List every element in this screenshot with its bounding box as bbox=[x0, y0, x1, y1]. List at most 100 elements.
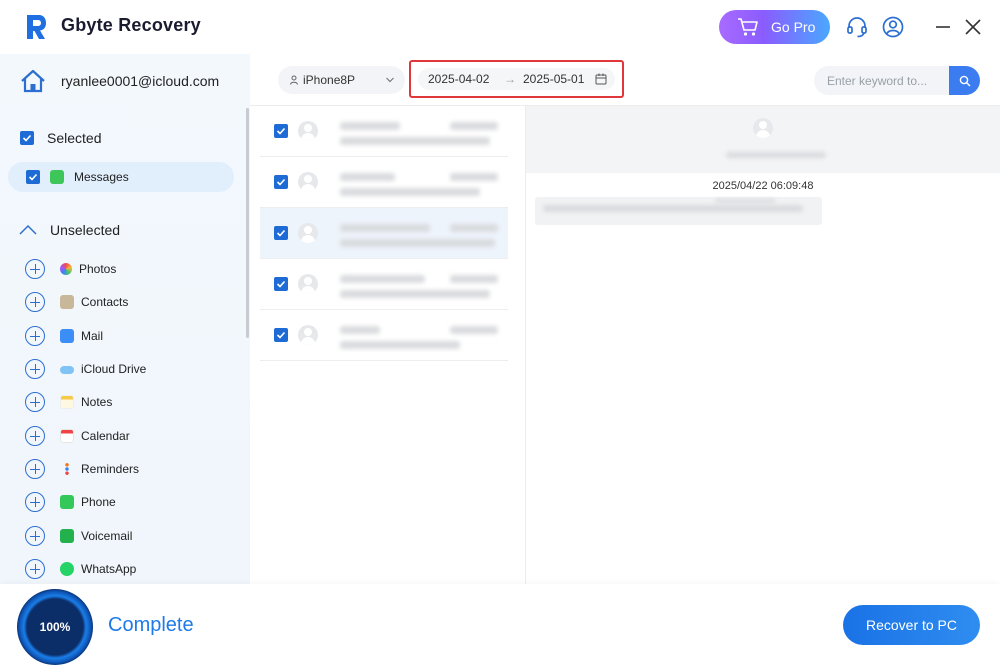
sidebar-item-calendar[interactable]: Calendar bbox=[25, 426, 130, 446]
add-icon[interactable] bbox=[25, 526, 45, 546]
calendar-picker-icon[interactable] bbox=[595, 73, 607, 85]
blurred-preview bbox=[340, 341, 460, 349]
close-icon[interactable] bbox=[961, 15, 985, 39]
list-item[interactable] bbox=[260, 106, 508, 157]
search-button[interactable] bbox=[949, 66, 980, 95]
selected-label: Selected bbox=[47, 130, 102, 146]
blurred-date bbox=[450, 326, 498, 334]
sidebar-scrollbar[interactable] bbox=[246, 108, 249, 338]
sidebar-item-icloud-drive[interactable]: iCloud Drive bbox=[25, 359, 146, 379]
person-icon bbox=[290, 75, 298, 85]
blurred-date bbox=[450, 275, 498, 283]
sidebar-item-label: Voicemail bbox=[81, 529, 133, 543]
blurred-date bbox=[450, 173, 498, 181]
title-bar: Gbyte Recovery Go Pro bbox=[0, 0, 1000, 54]
messages-icon bbox=[50, 170, 64, 184]
sidebar-item-notes[interactable]: Notes bbox=[25, 392, 112, 412]
list-item[interactable] bbox=[260, 208, 508, 259]
add-icon[interactable] bbox=[25, 359, 45, 379]
list-item[interactable] bbox=[260, 310, 508, 361]
sidebar-item-photos[interactable]: Photos bbox=[25, 259, 116, 279]
date-to[interactable]: 2025-05-01 bbox=[523, 72, 584, 86]
row-checkbox[interactable] bbox=[274, 277, 288, 291]
avatar bbox=[298, 325, 318, 345]
avatar bbox=[298, 223, 318, 243]
add-icon[interactable] bbox=[25, 492, 45, 512]
sidebar-item-reminders[interactable]: Reminders bbox=[25, 459, 139, 479]
list-item[interactable] bbox=[260, 157, 508, 208]
add-icon[interactable] bbox=[25, 326, 45, 346]
phone-icon bbox=[60, 495, 74, 509]
chevron-up-icon[interactable] bbox=[19, 224, 37, 236]
sidebar-item-mail[interactable]: Mail bbox=[25, 326, 103, 346]
device-name: iPhone8P bbox=[303, 73, 356, 87]
account-row: ryanlee0001@icloud.com bbox=[20, 68, 219, 94]
pane-divider bbox=[525, 106, 526, 584]
sidebar-item-contacts[interactable]: Contacts bbox=[25, 292, 128, 312]
row-checkbox[interactable] bbox=[274, 226, 288, 240]
add-icon[interactable] bbox=[25, 559, 45, 579]
sidebar-item-voicemail[interactable]: Voicemail bbox=[25, 526, 132, 546]
recover-to-pc-button[interactable]: Recover to PC bbox=[843, 605, 980, 645]
reminders-icon bbox=[60, 462, 74, 476]
date-from[interactable]: 2025-04-02 bbox=[428, 72, 489, 86]
go-pro-button[interactable]: Go Pro bbox=[719, 10, 830, 44]
sidebar-item-label: Photos bbox=[79, 262, 117, 276]
unselected-section-header[interactable]: Unselected bbox=[19, 222, 120, 238]
check-icon bbox=[276, 178, 286, 186]
selected-all-checkbox[interactable] bbox=[20, 131, 34, 145]
bottom-bar: 100% Complete Recover to PC bbox=[0, 584, 1000, 667]
list-item[interactable] bbox=[260, 259, 508, 310]
blurred-name bbox=[340, 224, 430, 232]
sidebar-item-label: Phone bbox=[81, 495, 116, 509]
sidebar-item-label: Calendar bbox=[81, 429, 130, 443]
cart-icon bbox=[738, 18, 758, 36]
date-range-highlight: 2025-04-02 → 2025-05-01 bbox=[409, 60, 624, 98]
home-icon[interactable] bbox=[20, 68, 46, 94]
add-icon[interactable] bbox=[25, 459, 45, 479]
row-checkbox[interactable] bbox=[274, 175, 288, 189]
status-text: Complete bbox=[108, 614, 194, 636]
date-range-picker[interactable]: 2025-04-02 → 2025-05-01 bbox=[418, 68, 615, 90]
sidebar-item-label: Mail bbox=[81, 329, 104, 343]
sidebar-item-messages[interactable]: Messages bbox=[8, 162, 234, 192]
row-checkbox[interactable] bbox=[274, 124, 288, 138]
sidebar-item-whatsapp[interactable]: WhatsApp bbox=[25, 559, 136, 579]
sidebar-item-label: iCloud Drive bbox=[81, 362, 147, 376]
blurred-preview bbox=[340, 188, 480, 196]
add-icon[interactable] bbox=[25, 426, 45, 446]
messages-checkbox[interactable] bbox=[26, 170, 40, 184]
sidebar-item-label: WhatsApp bbox=[81, 562, 137, 576]
check-icon bbox=[276, 229, 286, 237]
add-icon[interactable] bbox=[25, 392, 45, 412]
check-icon bbox=[276, 127, 286, 135]
blurred-preview bbox=[340, 137, 490, 145]
sidebar-item-label: Contacts bbox=[81, 295, 129, 309]
blurred-contact-name bbox=[726, 152, 826, 158]
search-input[interactable] bbox=[814, 66, 949, 95]
conversation-header bbox=[526, 106, 1000, 173]
add-icon[interactable] bbox=[25, 292, 45, 312]
photos-icon bbox=[60, 263, 72, 275]
check-icon bbox=[276, 280, 286, 288]
voicemail-icon bbox=[60, 529, 74, 543]
avatar bbox=[298, 121, 318, 141]
sidebar: ryanlee0001@icloud.com Selected Messages… bbox=[0, 54, 250, 584]
user-account-icon[interactable] bbox=[881, 15, 905, 39]
blurred-message-text bbox=[715, 199, 775, 203]
sidebar-item-phone[interactable]: Phone bbox=[25, 492, 116, 512]
check-icon bbox=[22, 134, 32, 142]
add-icon[interactable] bbox=[25, 259, 45, 279]
date-arrow: → bbox=[504, 72, 516, 86]
avatar bbox=[753, 118, 773, 138]
blurred-date bbox=[450, 224, 498, 232]
progress-percent: 100% bbox=[39, 620, 71, 634]
minimize-icon[interactable] bbox=[931, 15, 955, 39]
selected-section-header[interactable]: Selected bbox=[20, 130, 101, 146]
headset-support-icon[interactable] bbox=[845, 15, 869, 39]
go-pro-label: Go Pro bbox=[771, 19, 816, 35]
app-title: Gbyte Recovery bbox=[61, 15, 201, 35]
row-checkbox[interactable] bbox=[274, 328, 288, 342]
message-list bbox=[260, 106, 508, 584]
device-select[interactable]: iPhone8P bbox=[278, 66, 405, 94]
